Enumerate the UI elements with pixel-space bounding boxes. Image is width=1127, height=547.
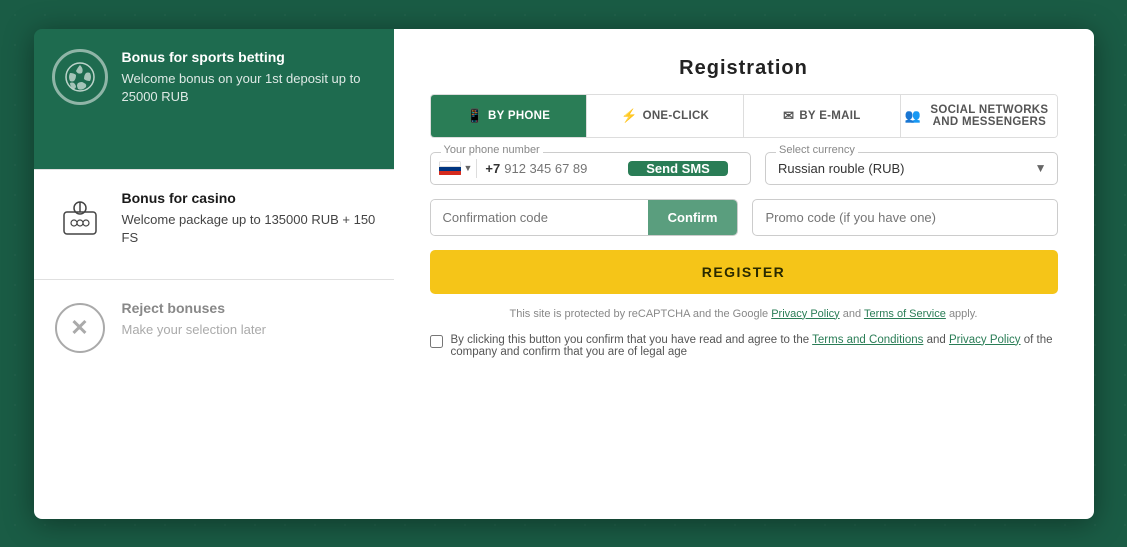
confirmation-group: Confirm bbox=[430, 199, 739, 236]
tab-by-phone-label: BY PHONE bbox=[488, 110, 550, 122]
tab-by-email-label: BY E-MAIL bbox=[799, 110, 860, 122]
tab-one-click-label: ONE-CLICK bbox=[643, 110, 710, 122]
sports-bonus-desc: Welcome bonus on your 1st deposit up to … bbox=[122, 70, 376, 106]
confirm-button[interactable]: Confirm bbox=[648, 200, 738, 235]
captcha-notice: This site is protected by reCAPTCHA and … bbox=[430, 308, 1058, 320]
sports-bonus-icon bbox=[52, 49, 108, 105]
tab-by-phone[interactable]: 📱 BY PHONE bbox=[431, 95, 588, 137]
flag-chevron-icon: ▼ bbox=[464, 163, 473, 173]
terms-checkbox[interactable] bbox=[430, 335, 443, 348]
terms-prefix: By clicking this button you confirm that… bbox=[451, 334, 810, 346]
currency-select[interactable]: Russian rouble (RUB) USD EUR bbox=[766, 153, 1056, 184]
terms-text: By clicking this button you confirm that… bbox=[451, 334, 1058, 358]
phone-label: Your phone number bbox=[441, 144, 543, 156]
casino-bonus-icon bbox=[52, 190, 108, 246]
tab-social-label: SOCIAL NETWORKS AND MESSENGERS bbox=[926, 104, 1052, 128]
phone-group: Your phone number ▼ +7 Send SMS bbox=[430, 152, 752, 185]
oneclick-tab-icon: ⚡ bbox=[621, 108, 638, 124]
left-panel: Bonus for sports betting Welcome bonus o… bbox=[34, 29, 394, 519]
reject-text: Reject bonuses Make your selection later bbox=[122, 300, 267, 339]
captcha-text: This site is protected by reCAPTCHA and … bbox=[510, 308, 769, 320]
flag-selector[interactable]: ▼ bbox=[435, 159, 478, 178]
send-sms-button[interactable]: Send SMS bbox=[628, 161, 728, 176]
confirmation-input[interactable] bbox=[431, 200, 648, 235]
promo-input[interactable] bbox=[752, 199, 1057, 236]
phone-currency-row: Your phone number ▼ +7 Send SMS bbox=[430, 152, 1058, 185]
register-button[interactable]: REGISTER bbox=[430, 250, 1058, 294]
page-title: Registration bbox=[430, 57, 1058, 80]
main-container: Bonus for sports betting Welcome bonus o… bbox=[34, 29, 1094, 519]
right-panel: Registration 📱 BY PHONE ⚡ ONE-CLICK ✉ BY… bbox=[394, 29, 1094, 519]
captcha-and: and bbox=[843, 308, 861, 320]
confirmation-promo-row: Confirm bbox=[430, 199, 1058, 236]
reject-icon: ✕ bbox=[52, 300, 108, 356]
casino-bonus-card[interactable]: Bonus for casino Welcome package up to 1… bbox=[34, 169, 394, 279]
phone-input[interactable] bbox=[504, 161, 624, 176]
reject-bonuses-card[interactable]: ✕ Reject bonuses Make your selection lat… bbox=[34, 279, 394, 519]
terms-link2[interactable]: Terms and Conditions bbox=[812, 334, 923, 346]
currency-group: Select currency Russian rouble (RUB) USD… bbox=[765, 152, 1057, 185]
tab-by-email[interactable]: ✉ BY E-MAIL bbox=[744, 95, 901, 137]
registration-tabs: 📱 BY PHONE ⚡ ONE-CLICK ✉ BY E-MAIL 👥 SOC… bbox=[430, 94, 1058, 138]
captcha-privacy-link[interactable]: Privacy Policy bbox=[771, 308, 839, 320]
captcha-apply: apply. bbox=[949, 308, 978, 320]
tab-social[interactable]: 👥 SOCIAL NETWORKS AND MESSENGERS bbox=[901, 95, 1057, 137]
sports-bonus-text: Bonus for sports betting Welcome bonus o… bbox=[122, 49, 376, 106]
terms-and: and bbox=[927, 334, 946, 346]
sports-bonus-card[interactable]: Bonus for sports betting Welcome bonus o… bbox=[34, 29, 394, 169]
tab-one-click[interactable]: ⚡ ONE-CLICK bbox=[587, 95, 744, 137]
phone-prefix: +7 bbox=[485, 161, 500, 176]
social-tab-icon: 👥 bbox=[905, 108, 922, 124]
casino-bonus-title: Bonus for casino bbox=[122, 190, 376, 206]
casino-bonus-desc: Welcome package up to 135000 RUB + 150 F… bbox=[122, 211, 376, 247]
currency-label: Select currency bbox=[776, 144, 858, 156]
captcha-tos-link[interactable]: Terms of Service bbox=[864, 308, 946, 320]
email-tab-icon: ✉ bbox=[783, 108, 794, 124]
phone-inner: ▼ +7 Send SMS bbox=[431, 153, 751, 184]
terms-checkbox-row: By clicking this button you confirm that… bbox=[430, 334, 1058, 358]
phone-tab-icon: 📱 bbox=[466, 108, 483, 124]
sports-bonus-title: Bonus for sports betting bbox=[122, 49, 376, 65]
russian-flag bbox=[439, 161, 461, 176]
casino-bonus-text: Bonus for casino Welcome package up to 1… bbox=[122, 190, 376, 247]
reject-desc: Make your selection later bbox=[122, 321, 267, 339]
privacy-link[interactable]: Privacy Policy bbox=[949, 334, 1021, 346]
reject-title: Reject bonuses bbox=[122, 300, 267, 316]
